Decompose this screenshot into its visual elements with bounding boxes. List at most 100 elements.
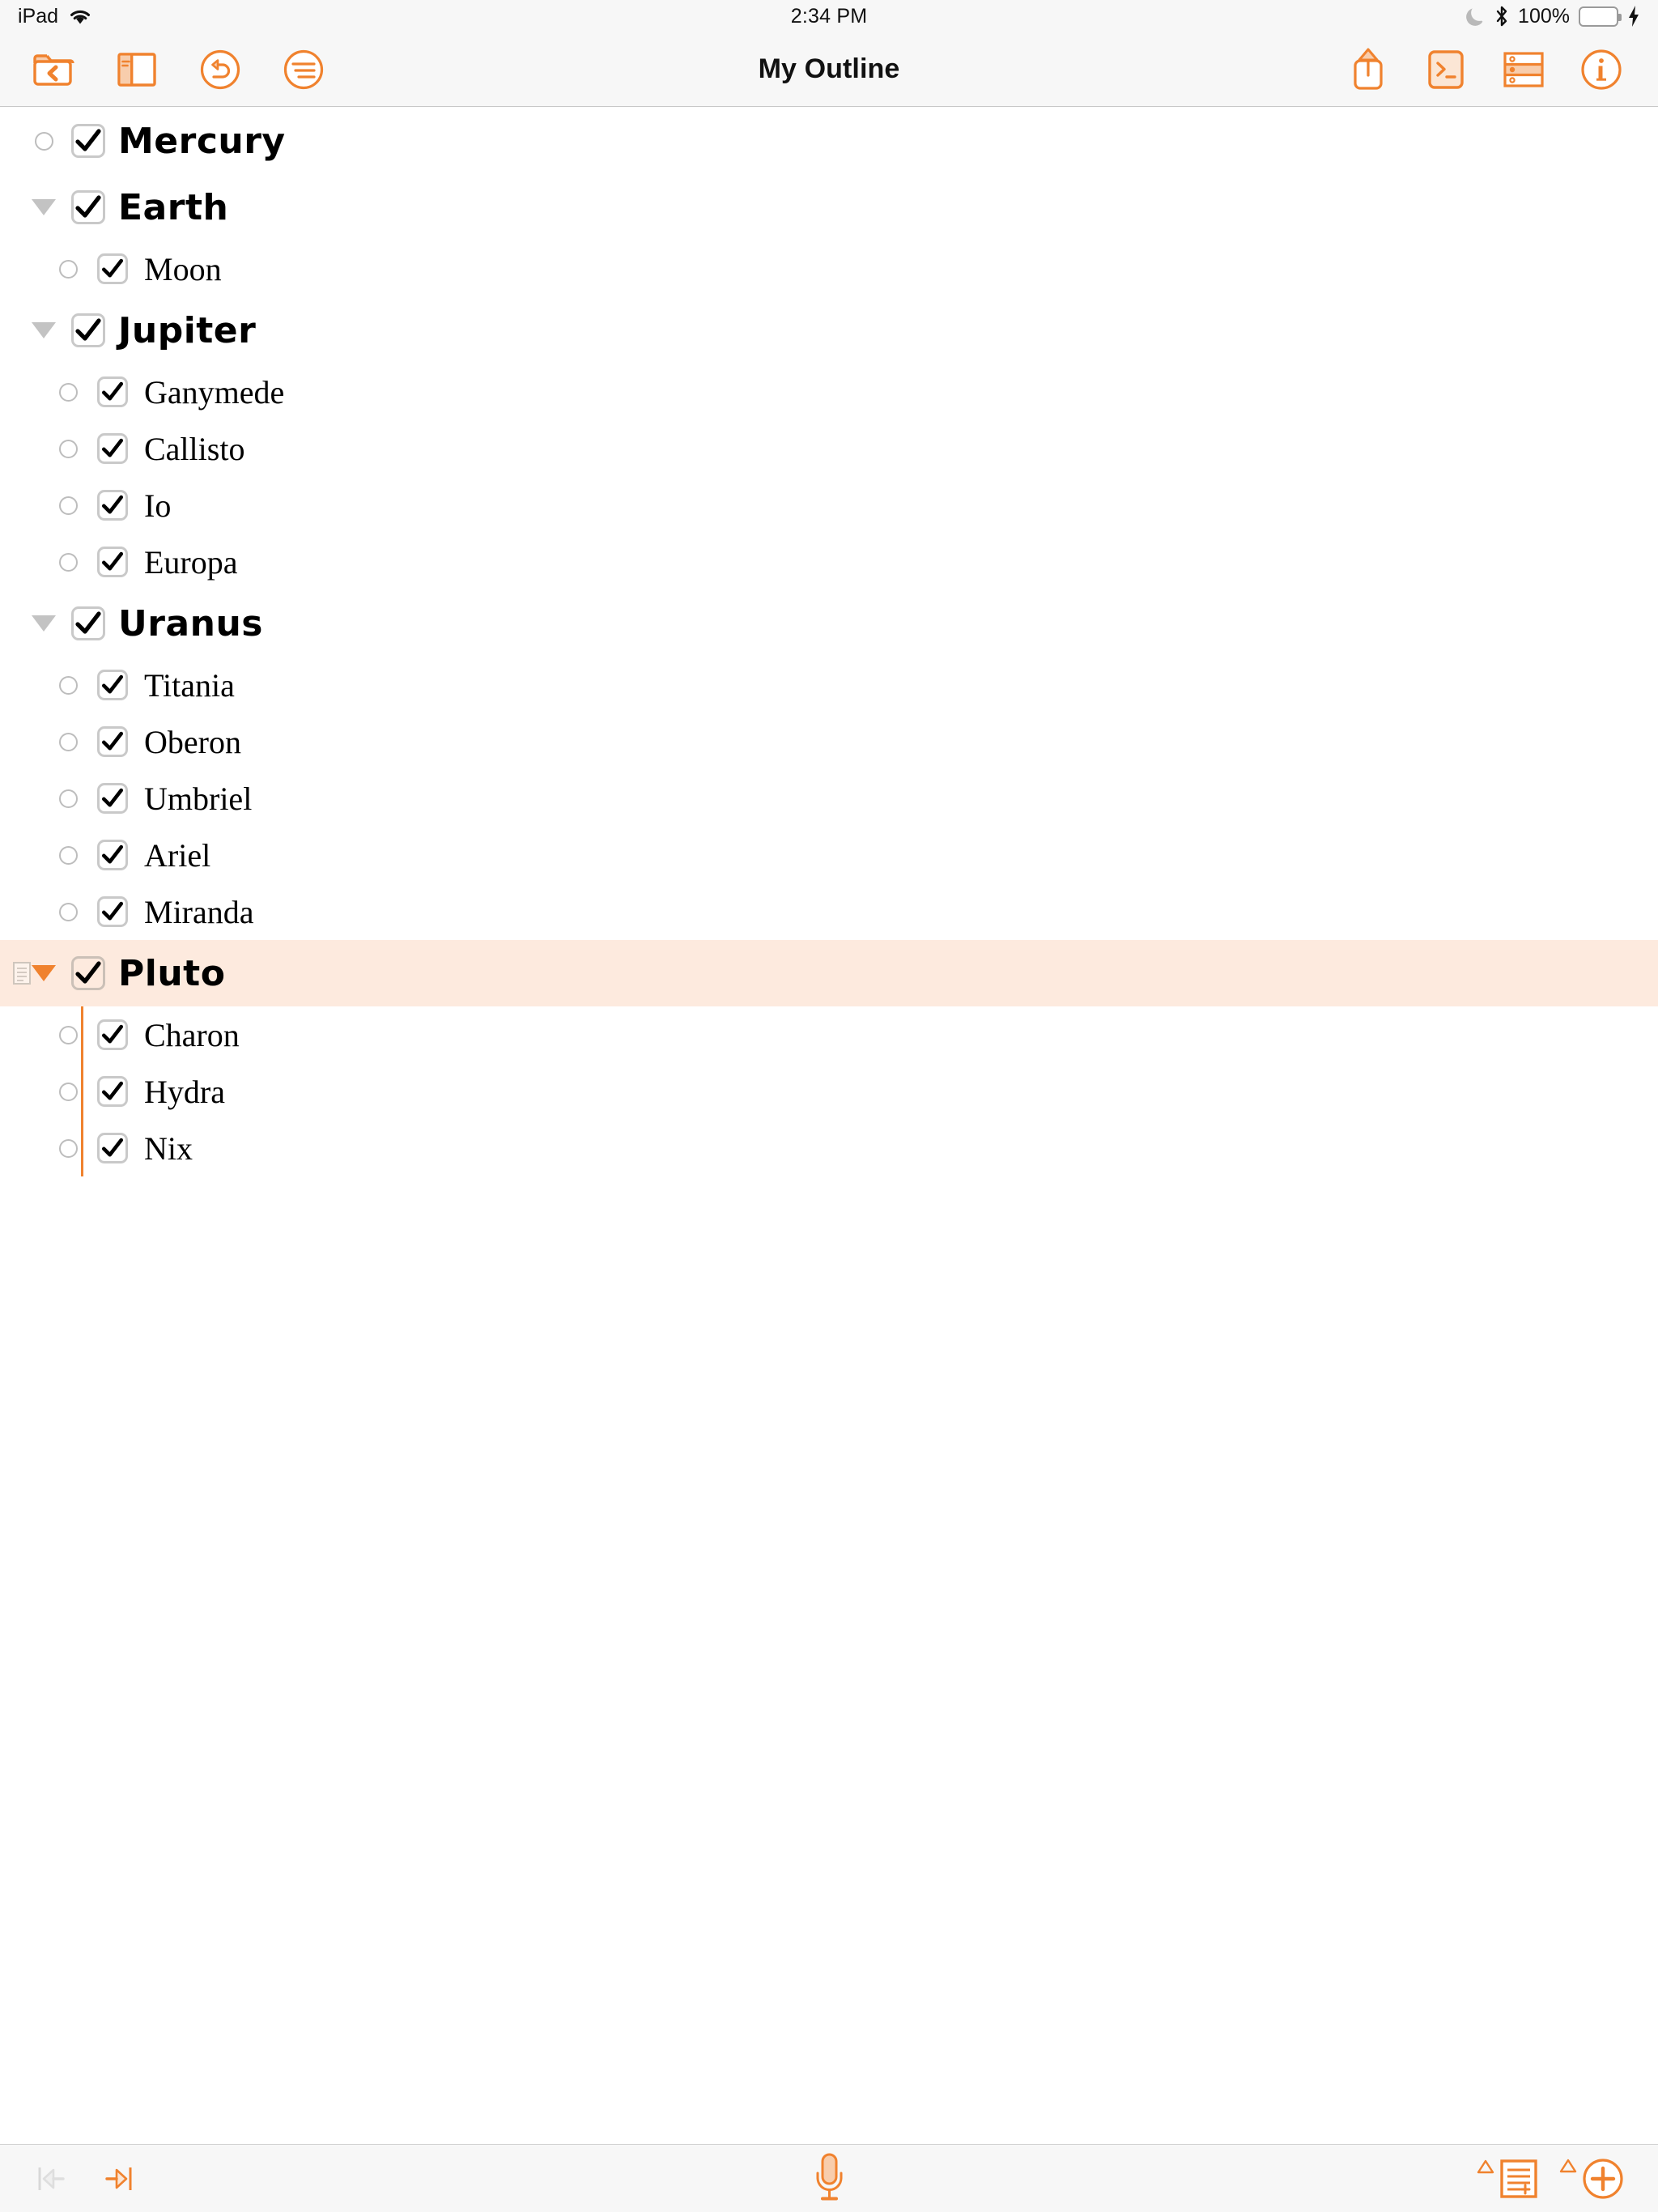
row-bullet-handle[interactable] [50, 1074, 86, 1109]
undo-button[interactable] [198, 47, 243, 92]
row-title[interactable]: Hydra [144, 1073, 225, 1111]
row-title[interactable]: Mercury [118, 121, 286, 162]
row-title[interactable]: Nix [144, 1129, 193, 1168]
outline-row[interactable]: Titania [0, 657, 1658, 713]
rows-icon [1503, 51, 1544, 87]
row-bullet-handle[interactable] [26, 123, 62, 159]
row-title[interactable]: Uranus [118, 603, 263, 644]
outline-row[interactable]: Nix [0, 1120, 1658, 1176]
row-checkbox[interactable] [97, 1133, 128, 1163]
indent-button[interactable] [100, 2160, 138, 2197]
row-bullet-handle[interactable] [50, 487, 86, 523]
row-title[interactable]: Io [144, 487, 171, 525]
row-bullet-handle[interactable] [50, 837, 86, 873]
dictation-button[interactable] [808, 2152, 850, 2206]
row-checkbox[interactable] [71, 190, 105, 224]
add-note-button[interactable] [1477, 2159, 1538, 2199]
share-up-icon [1354, 48, 1383, 90]
row-bullet-handle[interactable] [50, 1130, 86, 1166]
row-title[interactable]: Titania [144, 666, 235, 704]
bottom-toolbar-center [0, 2152, 1658, 2206]
row-title[interactable]: Europa [144, 543, 238, 581]
row-bullet-handle[interactable] [50, 724, 86, 759]
outline-row[interactable]: Uranus [0, 590, 1658, 657]
script-console-button[interactable] [1423, 47, 1469, 92]
outline-row[interactable]: Jupiter [0, 297, 1658, 364]
outline-row[interactable]: Europa [0, 534, 1658, 590]
status-bar-right: 100% [1466, 5, 1640, 28]
row-bullet-handle[interactable] [50, 251, 86, 287]
row-title[interactable]: Earth [118, 187, 228, 228]
sidebar-icon [117, 52, 156, 87]
row-bullet-handle[interactable] [50, 431, 86, 466]
lightning-bolt-icon [1627, 5, 1640, 28]
back-to-documents-button[interactable] [31, 47, 76, 92]
bottom-toolbar-left [0, 2160, 138, 2197]
row-checkbox[interactable] [71, 313, 105, 347]
row-checkbox[interactable] [71, 606, 105, 640]
outline-row[interactable]: Pluto [0, 940, 1658, 1006]
share-button[interactable] [1346, 47, 1391, 92]
note-add-icon [1500, 2159, 1537, 2198]
outline-row[interactable]: Charon [0, 1006, 1658, 1063]
row-checkbox[interactable] [97, 376, 128, 407]
plus-circle-icon [1583, 2158, 1623, 2199]
row-title[interactable]: Miranda [144, 893, 254, 931]
outline-row[interactable]: Io [0, 477, 1658, 534]
toggle-sidebar-button[interactable] [114, 47, 159, 92]
row-bullet-handle[interactable] [50, 1017, 86, 1053]
row-title[interactable]: Callisto [144, 430, 244, 468]
disclosure-triangle-icon[interactable] [26, 313, 62, 348]
row-title[interactable]: Ariel [144, 836, 210, 874]
row-checkbox[interactable] [97, 490, 128, 521]
row-checkbox[interactable] [97, 840, 128, 870]
row-checkbox[interactable] [97, 1076, 128, 1107]
row-title[interactable]: Charon [144, 1016, 240, 1054]
info-circle-icon [1581, 49, 1622, 90]
outline-row[interactable]: Ganymede [0, 364, 1658, 420]
row-checkbox[interactable] [71, 124, 105, 158]
disclosure-triangle-icon[interactable] [26, 189, 62, 225]
outline-row[interactable]: Moon [0, 240, 1658, 297]
info-button[interactable] [1579, 47, 1624, 92]
outline-row[interactable]: Mercury [0, 108, 1658, 174]
nav-bar: My Outline [0, 32, 1658, 107]
disclosure-triangle-icon[interactable] [26, 606, 62, 641]
outline-row[interactable]: Hydra [0, 1063, 1658, 1120]
row-title[interactable]: Moon [144, 250, 222, 288]
row-title[interactable]: Oberon [144, 723, 241, 761]
battery-full-icon [1579, 6, 1622, 27]
row-bullet-handle[interactable] [50, 667, 86, 703]
row-title[interactable]: Ganymede [144, 373, 284, 411]
row-bullet-handle[interactable] [50, 544, 86, 580]
row-bullet-handle[interactable] [50, 781, 86, 816]
row-checkbox[interactable] [97, 1019, 128, 1050]
row-bullet-handle[interactable] [50, 894, 86, 929]
row-title[interactable]: Pluto [118, 953, 225, 994]
row-bullet-handle[interactable] [50, 374, 86, 410]
nav-bar-right-buttons [1346, 47, 1658, 92]
row-checkbox[interactable] [97, 896, 128, 927]
disclosure-triangle-icon[interactable] [26, 955, 62, 991]
outline-row[interactable]: Umbriel [0, 770, 1658, 827]
row-checkbox[interactable] [97, 670, 128, 700]
outline-list[interactable]: Mercury Earth Moon Jupiter Ganymede Callisto I… [0, 108, 1658, 2144]
outline-row[interactable]: Miranda [0, 883, 1658, 940]
row-checkbox[interactable] [97, 783, 128, 814]
outline-row[interactable]: Oberon [0, 713, 1658, 770]
row-checkbox[interactable] [97, 253, 128, 284]
row-checkbox[interactable] [71, 956, 105, 990]
outline-format-button[interactable] [281, 47, 326, 92]
row-title[interactable]: Jupiter [118, 310, 256, 351]
row-checkbox[interactable] [97, 433, 128, 464]
row-title[interactable]: Umbriel [144, 780, 252, 818]
outline-row[interactable]: Callisto [0, 420, 1658, 477]
row-checkbox[interactable] [97, 547, 128, 577]
row-select-button[interactable] [1501, 47, 1546, 92]
app-root: iPad 2:34 PM 100% My Outline Mercury Ear… [0, 0, 1658, 2212]
outline-row[interactable]: Ariel [0, 827, 1658, 883]
outdent-button[interactable] [32, 2160, 70, 2197]
add-row-button[interactable] [1559, 2158, 1624, 2200]
row-checkbox[interactable] [97, 726, 128, 757]
outline-row[interactable]: Earth [0, 174, 1658, 240]
